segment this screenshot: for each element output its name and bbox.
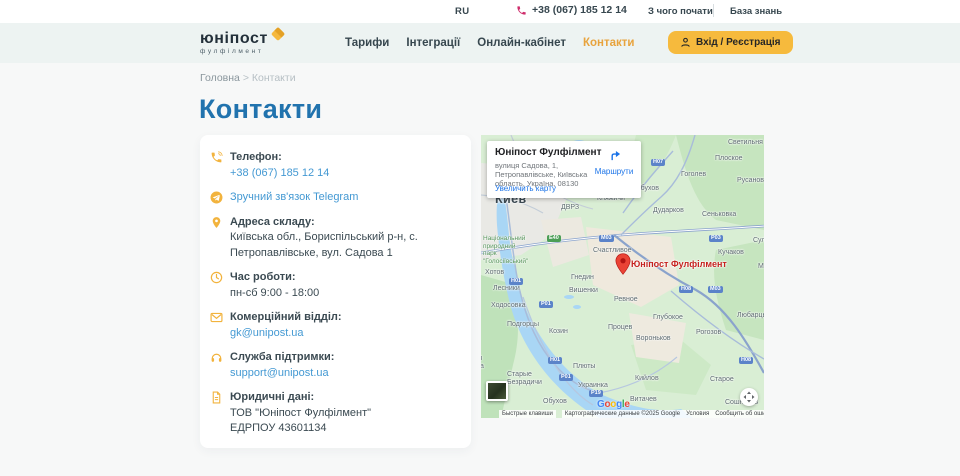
map-report-error-link[interactable]: Сообщить об ошибке на карте (712, 410, 764, 418)
satellite-view-thumbnail[interactable] (486, 381, 508, 401)
topbar-divider (713, 4, 714, 17)
getting-started-link[interactable]: З чого почати (648, 6, 713, 17)
envelope-icon (209, 310, 224, 341)
contact-item-phone: Телефон: +38 (067) 185 12 14 (209, 150, 457, 181)
topbar-phone-number: +38 (067) 185 12 14 (532, 4, 627, 16)
commercial-email-link[interactable]: gk@unipost.ua (230, 326, 304, 342)
location-pin-icon (209, 215, 224, 262)
knowledge-base-link[interactable]: База знань (730, 6, 782, 17)
contact-label: Комерційний відділ: (230, 310, 457, 326)
telegram-link[interactable]: Зручний зв'язок Telegram (230, 190, 358, 206)
contact-label: Час роботи: (230, 270, 457, 286)
nav-online-cabinet[interactable]: Онлайн-кабінет (477, 37, 566, 49)
logo-title: юніпост (200, 30, 268, 47)
contact-item-telegram: Зручний зв'язок Telegram (209, 190, 457, 206)
nav-integrations[interactable]: Інтеграції (406, 37, 460, 49)
page: RU +38 (067) 185 12 14 З чого почати Баз… (0, 0, 960, 476)
pan-control[interactable] (740, 388, 758, 406)
person-icon (680, 37, 691, 48)
telegram-icon (209, 190, 224, 206)
top-utility-bar: RU +38 (067) 185 12 14 З чого почати Баз… (0, 0, 960, 23)
map-terms-link[interactable]: Условия (683, 410, 712, 418)
contact-item-legal: Юридичні дані: ТОВ "Юніпост Фулфілмент" … (209, 390, 457, 437)
page-title: Контакти (199, 94, 322, 125)
map-info-window: Юніпост Фулфілмент вулиця Садова, 1, Пет… (487, 141, 641, 198)
document-icon (209, 390, 224, 437)
legal-edrpou: ЕДРПОУ 43601134 (230, 421, 457, 437)
pan-arrows-icon (743, 391, 755, 403)
clock-icon (209, 270, 224, 301)
map-data-attribution: Картографические данные ©2025 Google (562, 410, 683, 418)
logo-cube-icon (271, 27, 285, 41)
contact-item-address: Адреса складу: Київська обл., Бориспільс… (209, 215, 457, 262)
google-map[interactable]: КиевДВРЗКняжичиДударковСеньковкаСветильн… (481, 135, 764, 418)
contact-info-card: Телефон: +38 (067) 185 12 14 Зручний зв'… (200, 135, 471, 448)
legal-company-name: ТОВ "Юніпост Фулфілмент" (230, 406, 457, 422)
phone-link[interactable]: +38 (067) 185 12 14 (230, 166, 329, 182)
breadcrumb-home[interactable]: Головна (200, 72, 240, 84)
contact-label: Служба підтримки: (230, 350, 457, 366)
directions-link[interactable]: Маршрути (593, 148, 635, 176)
topbar-phone-link[interactable]: +38 (067) 185 12 14 (516, 4, 627, 16)
contact-item-commercial: Комерційний відділ: gk@unipost.ua (209, 310, 457, 341)
contact-item-hours: Час роботи: пн-сб 9:00 - 18:00 (209, 270, 457, 301)
login-register-button[interactable]: Вхід / Реєстрація (668, 31, 793, 54)
keyboard-shortcuts-link[interactable]: Быстрые клавиши (499, 410, 556, 418)
map-attribution: Быстрые клавиши Картографические данные … (481, 410, 764, 418)
contact-item-support: Служба підтримки: support@unipost.ua (209, 350, 457, 381)
directions-icon (608, 148, 621, 161)
breadcrumb-current: Контакти (252, 72, 296, 84)
nav-tariffs[interactable]: Тарифи (345, 37, 389, 49)
main-nav: Тарифи Інтеграції Онлайн-кабінет Контакт… (345, 23, 634, 63)
directions-label: Маршрути (593, 167, 635, 176)
contact-label: Юридичні дані: (230, 390, 457, 406)
google-logo[interactable]: Google (597, 399, 630, 410)
main-header: юніпост фулфілмент Тарифи Інтеграції Онл… (0, 23, 960, 63)
logo-subtitle: фулфілмент (200, 48, 283, 55)
working-hours: пн-сб 9:00 - 18:00 (230, 286, 457, 302)
contact-label: Адреса складу: (230, 215, 457, 231)
language-selector[interactable]: RU (455, 6, 470, 17)
breadcrumb-separator: > (243, 72, 249, 84)
contact-label: Телефон: (230, 150, 457, 166)
support-email-link[interactable]: support@unipost.ua (230, 366, 329, 382)
login-button-label: Вхід / Реєстрація (696, 37, 781, 48)
enlarge-map-link[interactable]: Увеличить карту (495, 184, 556, 193)
phone-icon (516, 5, 527, 16)
map-marker-icon[interactable] (615, 253, 631, 275)
nav-contacts[interactable]: Контакти (583, 37, 634, 49)
breadcrumb: Головна > Контакти (200, 72, 296, 84)
phone-icon (209, 150, 224, 181)
logo[interactable]: юніпост фулфілмент (200, 30, 283, 55)
headphones-icon (209, 350, 224, 381)
warehouse-address: Київська обл., Бориспільський р-н, с. Пе… (230, 230, 457, 261)
